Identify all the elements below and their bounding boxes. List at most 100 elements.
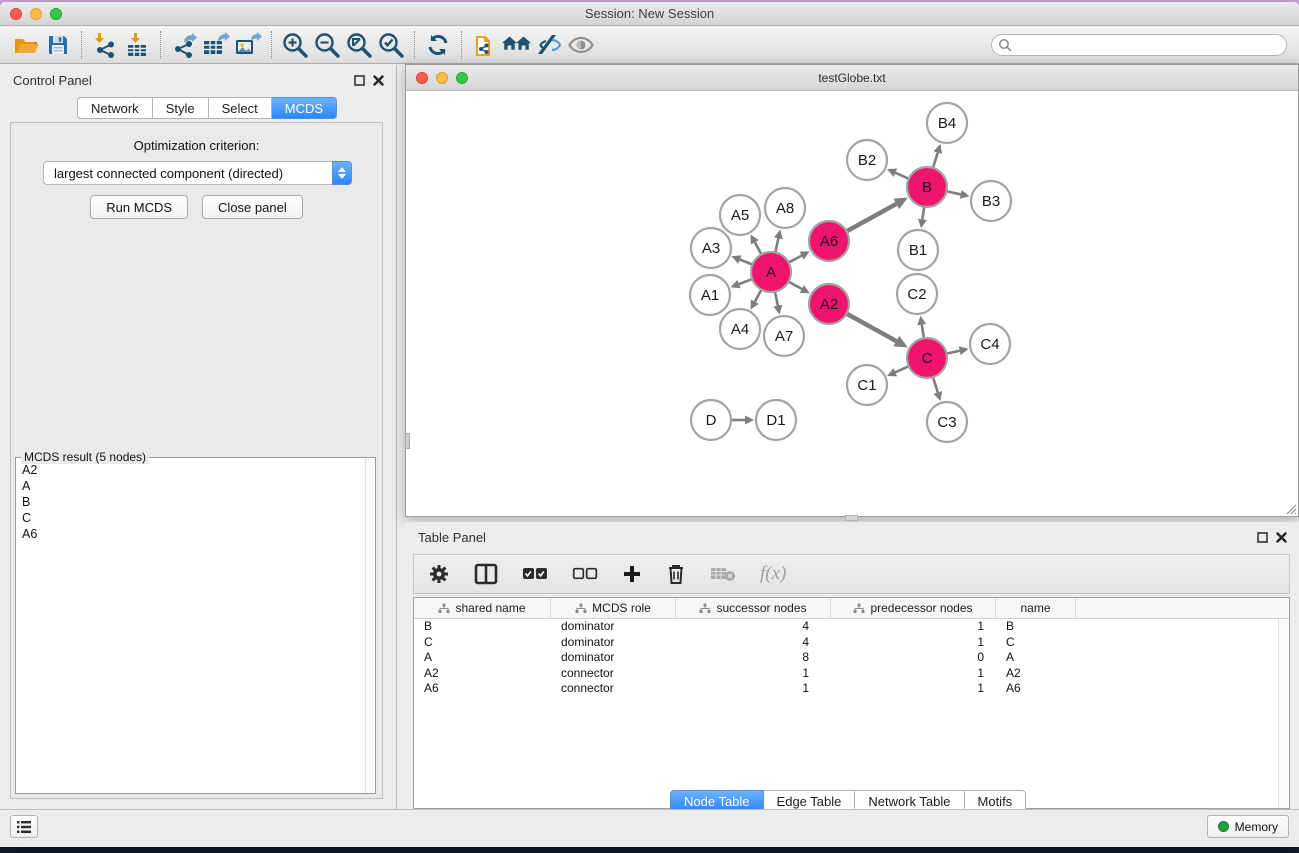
mcds-result-item[interactable]: B <box>16 494 365 510</box>
table-cell[interactable]: 8 <box>676 650 831 666</box>
column-header-shared-name[interactable]: shared name <box>414 598 551 618</box>
float-panel-icon[interactable] <box>354 75 365 86</box>
table-cell[interactable]: B <box>414 619 551 635</box>
deselect-all-icon[interactable] <box>572 567 598 581</box>
table-row[interactable]: Bdominator41B <box>414 619 1278 635</box>
graph-edge-C-C4[interactable] <box>947 351 960 354</box>
function-builder-icon[interactable]: f(x) <box>760 563 786 585</box>
table-cell[interactable]: dominator <box>551 650 676 666</box>
gear-icon[interactable] <box>428 563 450 585</box>
table-cell[interactable]: 0 <box>831 650 996 666</box>
graph-edge-B-B4[interactable] <box>933 153 938 168</box>
export-table-icon[interactable] <box>200 30 232 60</box>
export-network-icon[interactable] <box>168 30 200 60</box>
column-header-mcds-role[interactable]: MCDS role <box>551 598 676 618</box>
zoom-fit-icon[interactable] <box>343 30 375 60</box>
memory-button[interactable]: Memory <box>1207 815 1289 838</box>
search-input[interactable] <box>991 34 1287 56</box>
network-graph[interactable]: B4B2BB3A8A5A6A3B1AA1C2A2A4A7C4CC1DC3D1 <box>406 91 1298 516</box>
graph-edge-A-A5[interactable] <box>755 242 762 254</box>
graph-edge-C-C2[interactable] <box>922 325 924 339</box>
task-history-button[interactable] <box>10 815 38 838</box>
table-cell[interactable]: dominator <box>551 619 676 635</box>
column-header-predecessor-nodes[interactable]: predecessor nodes <box>831 598 996 618</box>
graph-edge-A2-C[interactable] <box>847 314 897 341</box>
table-cell[interactable]: 1 <box>831 681 996 697</box>
resize-grip-icon[interactable] <box>1283 501 1297 515</box>
float-panel-icon[interactable] <box>1257 532 1268 543</box>
table-cell[interactable]: 1 <box>676 681 831 697</box>
criterion-select-value[interactable]: largest connected component (directed) <box>43 161 332 185</box>
delete-table-icon[interactable] <box>710 565 736 583</box>
new-network-from-selection-icon[interactable] <box>469 30 501 60</box>
delete-icon[interactable] <box>666 563 686 585</box>
table-cell[interactable]: 1 <box>831 666 996 682</box>
table-cell[interactable]: connector <box>551 681 676 697</box>
network-window-titlebar[interactable]: testGlobe.txt <box>406 65 1298 91</box>
graph-edge-C-C1[interactable] <box>895 366 908 372</box>
tab-network[interactable]: Network <box>77 97 153 119</box>
graph-edge-A-A8[interactable] <box>775 238 778 252</box>
select-stepper-icon[interactable] <box>332 161 352 185</box>
table-cell[interactable]: connector <box>551 666 676 682</box>
refresh-icon[interactable] <box>422 30 454 60</box>
table-row[interactable]: A6connector11A6 <box>414 681 1278 697</box>
table-cell[interactable]: A2 <box>996 666 1076 682</box>
graph-edge-A-A4[interactable] <box>755 290 762 302</box>
export-image-icon[interactable] <box>232 30 264 60</box>
zoom-selected-icon[interactable] <box>375 30 407 60</box>
tab-mcds[interactable]: MCDS <box>272 97 337 119</box>
table-cell[interactable]: C <box>996 635 1076 651</box>
table-cell[interactable]: 1 <box>831 619 996 635</box>
graph-edge-A-A2[interactable] <box>789 282 802 289</box>
table-cell[interactable]: 1 <box>676 666 831 682</box>
table-cell[interactable]: dominator <box>551 635 676 651</box>
column-header-name[interactable]: name <box>996 598 1076 618</box>
columns-icon[interactable] <box>474 563 498 585</box>
graph-edge-B-B3[interactable] <box>947 191 961 194</box>
graphics-details-icon[interactable] <box>533 30 565 60</box>
graph-edge-A-A3[interactable] <box>740 260 753 265</box>
table-row[interactable]: Cdominator41C <box>414 635 1278 651</box>
tab-select[interactable]: Select <box>209 97 272 119</box>
close-panel-icon[interactable] <box>373 75 384 86</box>
table-cell[interactable]: A6 <box>996 681 1076 697</box>
import-network-icon[interactable] <box>89 30 121 60</box>
graph-edge-A-A6[interactable] <box>789 256 802 263</box>
table-cell[interactable]: 4 <box>676 619 831 635</box>
graph-edge-B-B1[interactable] <box>922 207 924 220</box>
close-panel-button[interactable]: Close panel <box>202 195 303 219</box>
show-hide-icon[interactable] <box>565 30 597 60</box>
zoom-out-icon[interactable] <box>311 30 343 60</box>
table-cell[interactable]: 1 <box>831 635 996 651</box>
bottom-splitter-handle[interactable] <box>845 515 858 521</box>
table-cell[interactable]: A6 <box>414 681 551 697</box>
column-header-successor-nodes[interactable]: successor nodes <box>676 598 831 618</box>
select-all-icon[interactable] <box>522 567 548 581</box>
mcds-result-item[interactable]: A <box>16 478 365 494</box>
mcds-result-item[interactable]: A2 <box>16 462 365 478</box>
graph-edge-C-C3[interactable] <box>933 377 938 392</box>
run-mcds-button[interactable]: Run MCDS <box>90 195 188 219</box>
table-cell[interactable]: A <box>996 650 1076 666</box>
left-splitter-handle[interactable] <box>405 433 410 449</box>
table-cell[interactable]: A2 <box>414 666 551 682</box>
home-icon[interactable] <box>501 30 533 60</box>
graph-edge-B-B2[interactable] <box>895 173 908 179</box>
network-canvas[interactable]: B4B2BB3A8A5A6A3B1AA1C2A2A4A7C4CC1DC3D1 <box>406 91 1298 516</box>
table-row[interactable]: A2connector11A2 <box>414 666 1278 682</box>
table-cell[interactable]: A <box>414 650 551 666</box>
tab-style[interactable]: Style <box>153 97 209 119</box>
close-panel-icon[interactable] <box>1276 532 1287 543</box>
open-session-icon[interactable] <box>10 30 42 60</box>
mcds-result-item[interactable]: C <box>16 510 365 526</box>
table-cell[interactable]: C <box>414 635 551 651</box>
mcds-result-item[interactable]: A6 <box>16 526 365 542</box>
table-row[interactable]: Adominator80A <box>414 650 1278 666</box>
table-scrollbar[interactable] <box>1278 619 1289 808</box>
import-table-icon[interactable] <box>121 30 153 60</box>
save-session-icon[interactable] <box>42 30 74 60</box>
graph-edge-A6-B[interactable] <box>847 204 897 231</box>
criterion-select[interactable]: largest connected component (directed) <box>43 161 352 185</box>
table-cell[interactable]: 4 <box>676 635 831 651</box>
